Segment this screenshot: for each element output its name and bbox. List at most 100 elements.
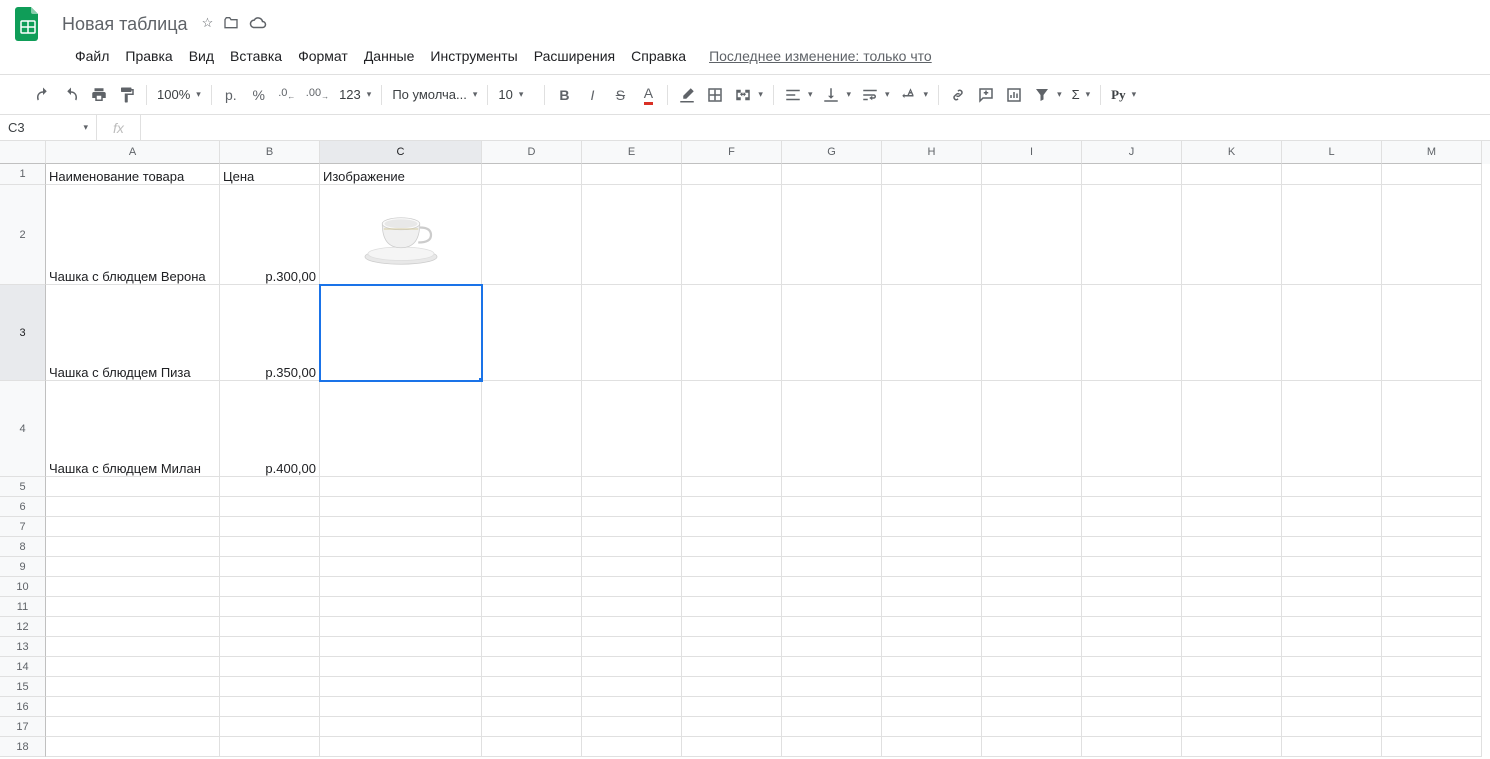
- cell-D11[interactable]: [482, 597, 582, 617]
- cell-A18[interactable]: [46, 737, 220, 757]
- cell-G3[interactable]: [782, 285, 882, 381]
- cell-F17[interactable]: [682, 717, 782, 737]
- cell-G10[interactable]: [782, 577, 882, 597]
- cell-D9[interactable]: [482, 557, 582, 577]
- cell-J13[interactable]: [1082, 637, 1182, 657]
- cell-D8[interactable]: [482, 537, 582, 557]
- cell-H16[interactable]: [882, 697, 982, 717]
- cell-A7[interactable]: [46, 517, 220, 537]
- cell-D12[interactable]: [482, 617, 582, 637]
- cell-C13[interactable]: [320, 637, 482, 657]
- cell-J9[interactable]: [1082, 557, 1182, 577]
- cell-A4[interactable]: Чашка с блюдцем Милан: [46, 381, 220, 477]
- cell-J4[interactable]: [1082, 381, 1182, 477]
- cell-M1[interactable]: [1382, 164, 1482, 185]
- cell-H9[interactable]: [882, 557, 982, 577]
- cell-B7[interactable]: [220, 517, 320, 537]
- cell-A9[interactable]: [46, 557, 220, 577]
- cell-I15[interactable]: [982, 677, 1082, 697]
- cell-M18[interactable]: [1382, 737, 1482, 757]
- cell-L10[interactable]: [1282, 577, 1382, 597]
- paint-format-button[interactable]: [114, 82, 140, 108]
- cell-L17[interactable]: [1282, 717, 1382, 737]
- cell-C14[interactable]: [320, 657, 482, 677]
- cell-G4[interactable]: [782, 381, 882, 477]
- cell-I6[interactable]: [982, 497, 1082, 517]
- cell-M17[interactable]: [1382, 717, 1482, 737]
- cell-C17[interactable]: [320, 717, 482, 737]
- cell-B8[interactable]: [220, 537, 320, 557]
- cell-C12[interactable]: [320, 617, 482, 637]
- cell-B17[interactable]: [220, 717, 320, 737]
- cell-B1[interactable]: Цена: [220, 164, 320, 185]
- cell-G17[interactable]: [782, 717, 882, 737]
- insert-comment-button[interactable]: [973, 82, 999, 108]
- name-box[interactable]: C3: [0, 115, 97, 140]
- cell-I14[interactable]: [982, 657, 1082, 677]
- number-format-dropdown[interactable]: 123: [335, 82, 375, 108]
- cell-H6[interactable]: [882, 497, 982, 517]
- cell-A5[interactable]: [46, 477, 220, 497]
- cell-K17[interactable]: [1182, 717, 1282, 737]
- cell-F1[interactable]: [682, 164, 782, 185]
- move-icon[interactable]: [223, 15, 239, 34]
- col-header-H[interactable]: H: [882, 141, 982, 164]
- cell-M6[interactable]: [1382, 497, 1482, 517]
- cloud-icon[interactable]: [249, 15, 267, 34]
- cell-B3[interactable]: р.350,00: [220, 285, 320, 381]
- cell-M7[interactable]: [1382, 517, 1482, 537]
- cell-I9[interactable]: [982, 557, 1082, 577]
- col-header-D[interactable]: D: [482, 141, 582, 164]
- cell-F18[interactable]: [682, 737, 782, 757]
- cell-I5[interactable]: [982, 477, 1082, 497]
- row-header-2[interactable]: 2: [0, 185, 46, 285]
- cell-G8[interactable]: [782, 537, 882, 557]
- cell-F5[interactable]: [682, 477, 782, 497]
- cell-H17[interactable]: [882, 717, 982, 737]
- cell-F10[interactable]: [682, 577, 782, 597]
- cell-J11[interactable]: [1082, 597, 1182, 617]
- cell-H7[interactable]: [882, 517, 982, 537]
- col-header-F[interactable]: F: [682, 141, 782, 164]
- cell-B12[interactable]: [220, 617, 320, 637]
- print-button[interactable]: [86, 82, 112, 108]
- col-header-J[interactable]: J: [1082, 141, 1182, 164]
- cell-K13[interactable]: [1182, 637, 1282, 657]
- menu-insert[interactable]: Вставка: [223, 44, 289, 68]
- cell-A15[interactable]: [46, 677, 220, 697]
- decrease-decimal-button[interactable]: .0←: [274, 82, 300, 108]
- cell-M2[interactable]: [1382, 185, 1482, 285]
- cell-K14[interactable]: [1182, 657, 1282, 677]
- cell-L3[interactable]: [1282, 285, 1382, 381]
- cell-J6[interactable]: [1082, 497, 1182, 517]
- row-header-10[interactable]: 10: [0, 577, 46, 597]
- col-header-G[interactable]: G: [782, 141, 882, 164]
- cell-B6[interactable]: [220, 497, 320, 517]
- cell-I8[interactable]: [982, 537, 1082, 557]
- cell-D2[interactable]: [482, 185, 582, 285]
- cell-B2[interactable]: р.300,00: [220, 185, 320, 285]
- cell-M4[interactable]: [1382, 381, 1482, 477]
- insert-chart-button[interactable]: [1001, 82, 1027, 108]
- cell-G12[interactable]: [782, 617, 882, 637]
- cell-E13[interactable]: [582, 637, 682, 657]
- cell-E15[interactable]: [582, 677, 682, 697]
- cell-C15[interactable]: [320, 677, 482, 697]
- menu-extensions[interactable]: Расширения: [527, 44, 622, 68]
- cell-J14[interactable]: [1082, 657, 1182, 677]
- cell-E14[interactable]: [582, 657, 682, 677]
- cell-B10[interactable]: [220, 577, 320, 597]
- cell-D10[interactable]: [482, 577, 582, 597]
- cell-G11[interactable]: [782, 597, 882, 617]
- row-header-14[interactable]: 14: [0, 657, 46, 677]
- cell-K1[interactable]: [1182, 164, 1282, 185]
- cell-H15[interactable]: [882, 677, 982, 697]
- cell-L5[interactable]: [1282, 477, 1382, 497]
- row-header-1[interactable]: 1: [0, 164, 46, 185]
- cell-J7[interactable]: [1082, 517, 1182, 537]
- increase-decimal-button[interactable]: .00→: [302, 82, 333, 108]
- cell-F3[interactable]: [682, 285, 782, 381]
- cell-B14[interactable]: [220, 657, 320, 677]
- document-title[interactable]: Новая таблица: [56, 12, 194, 37]
- row-header-15[interactable]: 15: [0, 677, 46, 697]
